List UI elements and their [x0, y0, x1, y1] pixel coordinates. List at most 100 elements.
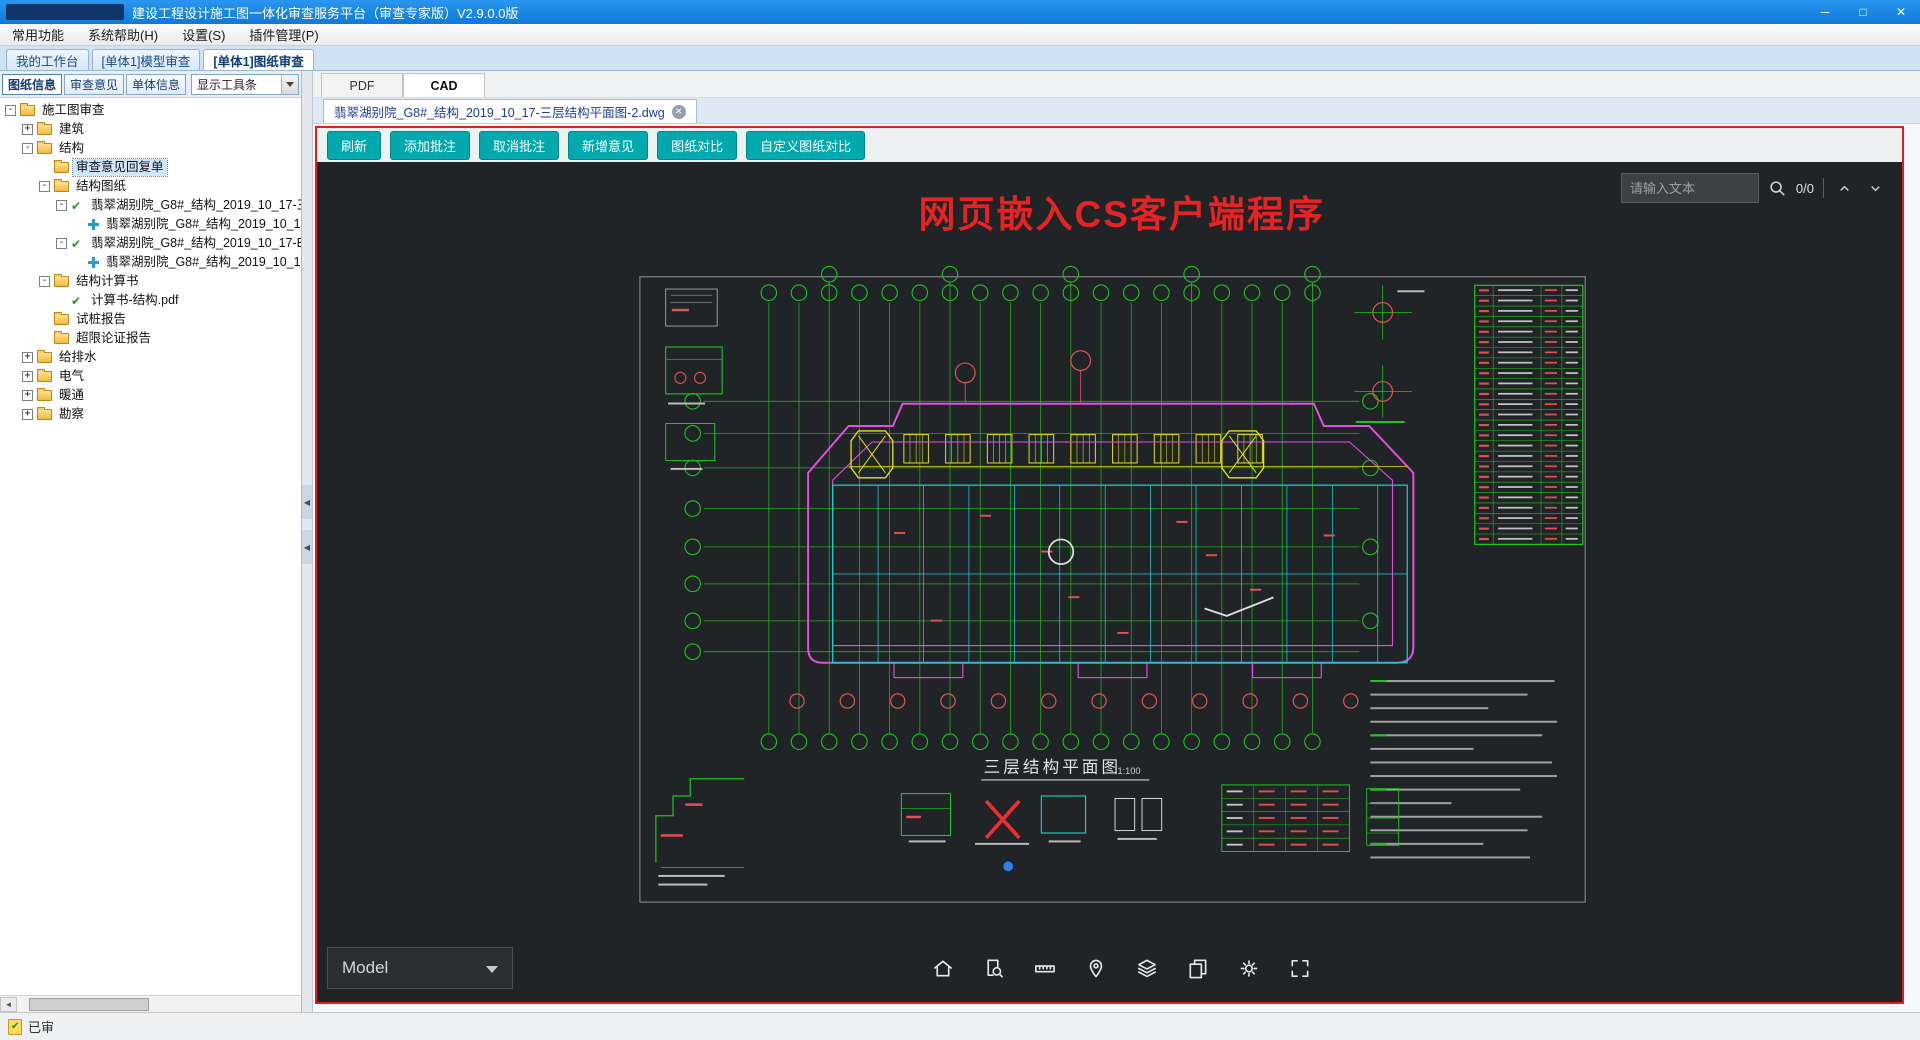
- tree-item[interactable]: 电气: [3, 367, 301, 386]
- expand-toggle[interactable]: [39, 276, 50, 287]
- folder-icon: [37, 350, 52, 363]
- tab-drawing-info[interactable]: 图纸信息: [2, 73, 63, 95]
- tab-model-review[interactable]: [单体1]模型审查: [91, 49, 201, 70]
- marker-button[interactable]: [1075, 947, 1117, 989]
- red-axis-bubbles: [789, 514, 1359, 709]
- tab-review-comments[interactable]: 审查意见: [64, 73, 125, 95]
- menu-common-functions[interactable]: 常用功能: [0, 24, 76, 45]
- chevron-down-icon[interactable]: [281, 74, 298, 94]
- custom-drawing-compare-button[interactable]: 自定义图纸对比: [746, 130, 866, 160]
- tree-item[interactable]: 超限论证报告: [3, 329, 301, 348]
- add-annotation-button[interactable]: 添加批注: [390, 130, 471, 160]
- expand-toggle[interactable]: [22, 371, 33, 382]
- collapse-panel-button[interactable]: [302, 530, 312, 565]
- folder-icon: [54, 274, 69, 287]
- tree-item[interactable]: 结构图纸: [3, 177, 301, 196]
- expand-toggle[interactable]: [22, 143, 33, 154]
- layers-button[interactable]: [1126, 947, 1168, 989]
- search-input[interactable]: [1620, 173, 1759, 203]
- expand-toggle[interactable]: [22, 352, 33, 363]
- tab-unit-info[interactable]: 单体信息: [126, 73, 187, 95]
- divider: [1823, 178, 1824, 198]
- scrollbar-thumb[interactable]: [29, 997, 149, 1011]
- search-icon[interactable]: [1768, 179, 1787, 198]
- tree-item-label: 翡翠湖别院_G8#_结构_2019_10_1: [106, 255, 301, 269]
- layers-icon: [1138, 959, 1156, 977]
- collapse-panel-button[interactable]: [302, 485, 312, 520]
- maximize-button[interactable]: □: [1844, 0, 1882, 24]
- folder-icon: [54, 331, 69, 344]
- interior-walls: [832, 484, 1408, 664]
- tree-item-label: 翡翠湖别院_G8#_结构_2019_10_17-E: [91, 236, 301, 250]
- document-tab[interactable]: 翡翠湖别院_G8#_结构_2019_10_17-三层结构平面图-2.dwg: [323, 99, 697, 123]
- toolbar-display-select[interactable]: 显示工具条: [191, 73, 299, 95]
- tab-my-workspace[interactable]: 我的工作台: [6, 49, 89, 70]
- expand-toggle[interactable]: [56, 238, 67, 249]
- panel-splitter[interactable]: [302, 71, 313, 1012]
- window-title: 建设工程设计施工图一体化审查服务平台（审查专家版）V2.9.0.0版: [132, 5, 519, 21]
- tree-item[interactable]: 试桩报告: [3, 310, 301, 329]
- tree-item[interactable]: 结构: [3, 139, 301, 158]
- status-text: 已审: [28, 1020, 55, 1035]
- close-icon[interactable]: [671, 104, 686, 119]
- pages-icon: [1189, 959, 1207, 978]
- new-comment-button[interactable]: 新增意见: [568, 130, 649, 160]
- tree-item[interactable]: 施工图审查: [3, 101, 301, 120]
- folder-icon: [37, 407, 52, 420]
- expand-toggle[interactable]: [56, 200, 67, 211]
- tree-item-selected[interactable]: 审查意见回复单: [3, 158, 301, 177]
- expand-toggle[interactable]: [39, 181, 50, 192]
- tree-item[interactable]: 翡翠湖别院_G8#_结构_2019_10_1: [3, 215, 301, 234]
- fullscreen-button[interactable]: [1279, 947, 1321, 989]
- cancel-annotation-button[interactable]: 取消批注: [479, 130, 560, 160]
- menu-system-help[interactable]: 系统帮助(H): [76, 24, 170, 45]
- zoom-page-button[interactable]: [973, 947, 1015, 989]
- tree-item[interactable]: 翡翠湖别院_G8#_结构_2019_10_17-E: [3, 234, 301, 253]
- check-icon: [71, 294, 84, 308]
- search-prev-button[interactable]: [1833, 177, 1855, 199]
- document-tab-title: 翡翠湖别院_G8#_结构_2019_10_17-三层结构平面图-2.dwg: [334, 106, 665, 120]
- menu-settings[interactable]: 设置(S): [170, 24, 237, 45]
- expand-toggle[interactable]: [22, 409, 33, 420]
- expand-toggle[interactable]: [5, 105, 16, 116]
- drawing-compare-button[interactable]: 图纸对比: [657, 130, 738, 160]
- measure-button[interactable]: [1024, 947, 1066, 989]
- menu-plugin-manager[interactable]: 插件管理(P): [237, 24, 330, 45]
- home-view-button[interactable]: [922, 947, 964, 989]
- main-area: 图纸信息 审查意见 单体信息 显示工具条 施工图审查 建筑 结构 审查意见回复单…: [0, 71, 1920, 1012]
- tree-item[interactable]: 结构计算书: [3, 272, 301, 291]
- search-next-button[interactable]: [1864, 177, 1886, 199]
- tree-item-label: 试桩报告: [76, 312, 127, 326]
- tree-item[interactable]: 给排水: [3, 348, 301, 367]
- overlay-watermark: 网页嵌入CS客户端程序: [918, 194, 1325, 235]
- reviewed-status-icon: [8, 1018, 22, 1035]
- settings-button[interactable]: [1228, 947, 1270, 989]
- cad-canvas[interactable]: 三层结构平面图 1:100 网页嵌入CS客户端程序 0/0: [317, 162, 1902, 1002]
- tab-pdf[interactable]: PDF: [321, 73, 403, 97]
- tree-item[interactable]: 计算书-结构.pdf: [3, 291, 301, 310]
- tree-item[interactable]: 翡翠湖别院_G8#_结构_2019_10_1: [3, 253, 301, 272]
- scroll-left-arrow[interactable]: ◄: [0, 996, 17, 1012]
- refresh-button[interactable]: 刷新: [327, 130, 382, 160]
- tree-item[interactable]: 建筑: [3, 120, 301, 139]
- expand-toggle[interactable]: [22, 390, 33, 401]
- tree-item[interactable]: 翡翠湖别院_G8#_结构_2019_10_17-三: [3, 196, 301, 215]
- plus-layer-icon: [88, 219, 99, 230]
- tab-drawing-review[interactable]: [单体1]图纸审查: [203, 49, 314, 70]
- folder-icon: [54, 160, 69, 173]
- tab-cad[interactable]: CAD: [403, 73, 485, 97]
- tree-item[interactable]: 勘察: [3, 405, 301, 424]
- tree-item-label: 计算书-结构.pdf: [91, 293, 179, 307]
- tree-item-label: 翡翠湖别院_G8#_结构_2019_10_17-三: [91, 198, 301, 212]
- tree-item[interactable]: 暖通: [3, 386, 301, 405]
- expand-toggle[interactable]: [22, 124, 33, 135]
- sheets-button[interactable]: [1177, 947, 1219, 989]
- close-button[interactable]: ✕: [1882, 0, 1920, 24]
- red-callouts: [954, 350, 1092, 404]
- chevron-up-icon: [1839, 185, 1849, 191]
- minimize-button[interactable]: ─: [1806, 0, 1844, 24]
- model-space-dropdown[interactable]: Model: [327, 947, 513, 989]
- building-outline: [807, 402, 1415, 679]
- horizontal-scrollbar[interactable]: ◄: [0, 995, 301, 1012]
- legend-table: [1221, 784, 1351, 853]
